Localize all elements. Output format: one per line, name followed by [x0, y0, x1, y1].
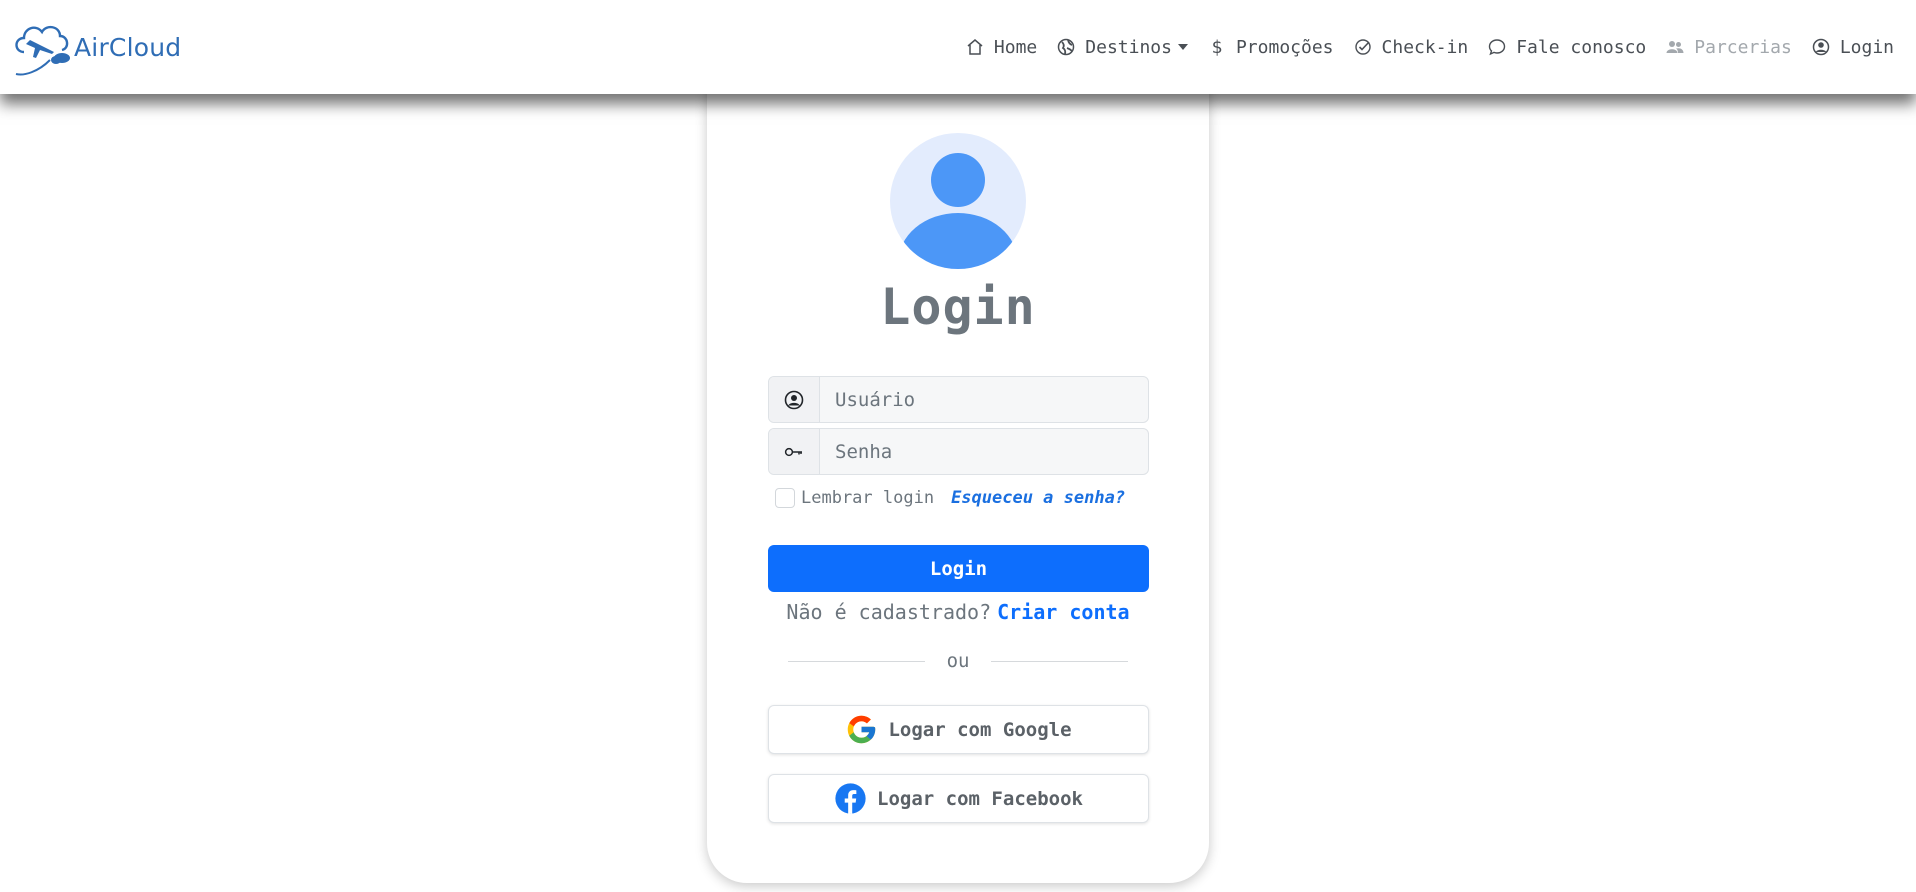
forgot-password-link[interactable]: Esqueceu a senha? [951, 488, 1125, 508]
remember-label: Lembrar login [801, 488, 935, 508]
divider-text: ou [946, 650, 970, 672]
house-icon [966, 38, 984, 56]
nav-item-promocoes[interactable]: $ Promoções [1208, 37, 1334, 58]
nav-item-destinos[interactable]: Destinos [1057, 37, 1188, 58]
brand-name: AirCloud [74, 32, 182, 62]
nav-menu: Home Destinos $ Promoções Check-in Fale … [946, 37, 1894, 58]
nav-label-promocoes: Promoções [1235, 36, 1334, 58]
nav-item-fale-conosco[interactable]: Fale conosco [1488, 37, 1646, 58]
person-circle-icon [769, 377, 820, 422]
nav-label-home: Home [993, 36, 1038, 58]
chevron-down-icon [1177, 44, 1188, 50]
dollar-icon: $ [1211, 36, 1223, 58]
register-question: Não é cadastrado? [786, 600, 992, 624]
top-navbar: AirCloud Home Destinos $ Promoções Check… [0, 0, 1916, 94]
password-input[interactable] [820, 429, 1148, 474]
password-input-group [768, 428, 1149, 475]
chat-icon [1488, 38, 1506, 56]
page-title: Login [880, 278, 1036, 336]
divider-line-right [991, 660, 1129, 662]
nav-label-login: Login [1839, 36, 1894, 58]
facebook-login-button[interactable]: Logar com Facebook [768, 774, 1149, 823]
nav-label-checkin: Check-in [1381, 36, 1469, 58]
facebook-icon [835, 783, 866, 814]
nav-item-home[interactable]: Home [966, 37, 1037, 58]
login-card: Login Lembrar login Esqueceu a senha? Lo… [707, 52, 1209, 883]
divider-line-left [788, 660, 925, 662]
create-account-link[interactable]: Criar conta [997, 600, 1129, 624]
google-icon [848, 715, 876, 744]
page: AirCloud Home Destinos $ Promoções Check… [0, 0, 1916, 892]
remember-checkbox[interactable] [775, 488, 795, 508]
key-icon [769, 429, 820, 474]
brand-link[interactable]: AirCloud [10, 14, 181, 80]
nav-item-checkin[interactable]: Check-in [1354, 36, 1469, 58]
username-input[interactable] [820, 377, 1148, 422]
globe-icon [1057, 38, 1075, 56]
divider: ou [788, 650, 1129, 672]
google-login-button[interactable]: Logar com Google [768, 705, 1149, 754]
facebook-login-label: Logar com Facebook [877, 787, 1083, 810]
nav-label-destinos: Destinos [1085, 36, 1172, 58]
cloud-airplane-logo-icon [15, 25, 70, 76]
people-icon [1666, 38, 1684, 56]
google-login-label: Logar com Google [888, 718, 1072, 741]
register-row: Não é cadastrado? Criar conta [707, 600, 1209, 624]
login-button[interactable]: Login [768, 545, 1149, 592]
remember-row: Lembrar login Esqueceu a senha? [775, 488, 1125, 508]
nav-label-fale-conosco: Fale conosco [1516, 36, 1647, 58]
check-circle-icon [1354, 38, 1372, 56]
username-input-group [768, 376, 1149, 423]
person-circle-icon [1812, 38, 1830, 56]
nav-item-parcerias: Parcerias [1666, 37, 1792, 58]
avatar-icon [890, 133, 1026, 269]
nav-item-login[interactable]: Login [1812, 37, 1894, 58]
nav-label-parcerias: Parcerias [1694, 36, 1792, 58]
